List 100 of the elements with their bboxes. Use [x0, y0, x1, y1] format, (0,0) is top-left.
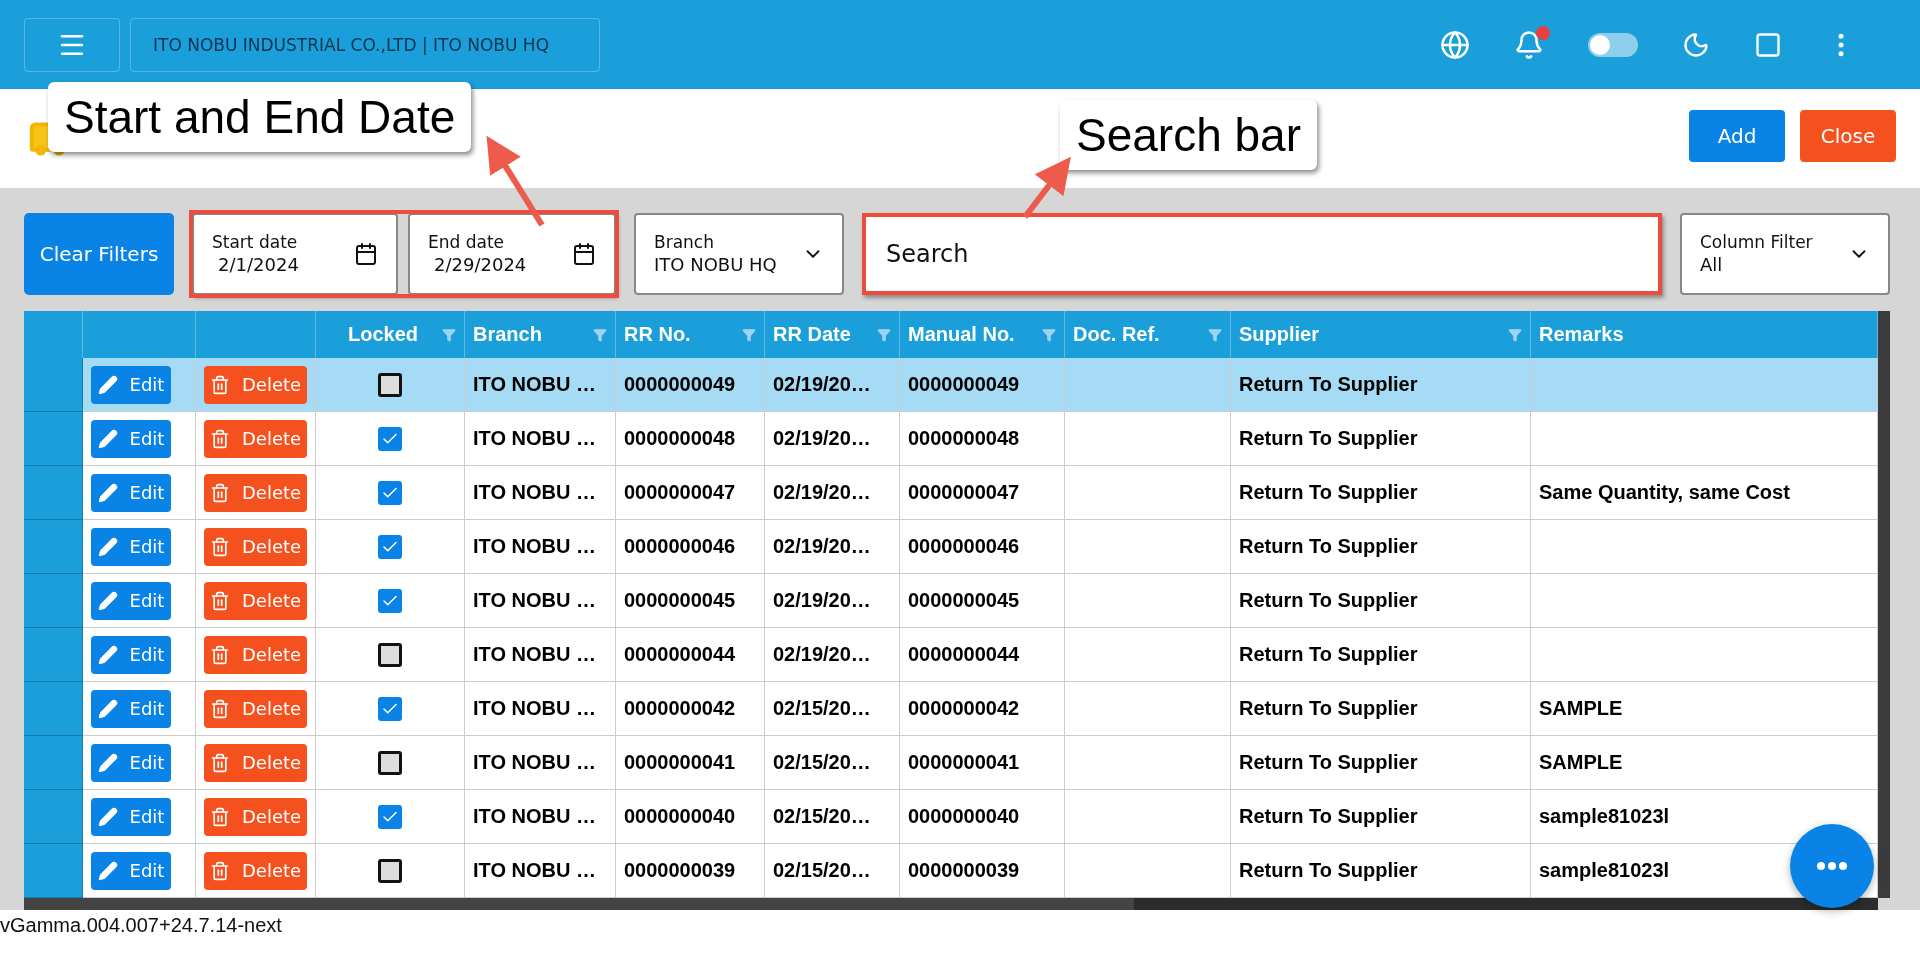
checkbox[interactable] [378, 480, 402, 505]
row-header[interactable] [24, 790, 83, 844]
filter-icon[interactable] [1042, 327, 1056, 342]
filter-icon[interactable] [1508, 327, 1522, 342]
filter-icon[interactable] [1208, 327, 1222, 342]
column-header[interactable]: Supplier [1231, 311, 1531, 358]
table-cell: 02/19/20… [765, 466, 900, 520]
menu-button[interactable] [24, 17, 120, 72]
edit-button[interactable]: Edit [91, 743, 171, 782]
pencil-icon [97, 428, 118, 449]
edit-button[interactable]: Edit [91, 419, 171, 458]
delete-button[interactable]: Delete [204, 635, 308, 674]
row-header[interactable] [24, 844, 83, 898]
checkbox[interactable] [378, 588, 402, 613]
delete-button[interactable]: Delete [204, 689, 308, 728]
add-button[interactable]: Add [1689, 110, 1785, 162]
globe-icon[interactable] [1440, 29, 1470, 60]
column-header[interactable]: Remarks [1531, 311, 1878, 358]
row-header[interactable] [24, 736, 83, 790]
checkbox[interactable] [378, 642, 402, 667]
table-cell: 0000000040 [616, 790, 765, 844]
annotation-callout: Search bar [1060, 100, 1317, 170]
branch-dropdown[interactable]: Branch ITO NOBU HQ [634, 213, 844, 295]
delete-button[interactable]: Delete [204, 581, 308, 620]
trash-icon [210, 374, 230, 395]
table-cell: 0000000049 [900, 358, 1065, 412]
table-cell: 0000000044 [900, 628, 1065, 682]
horizontal-scrollbar[interactable] [24, 898, 1878, 910]
edit-button[interactable]: Edit [91, 581, 171, 620]
table-cell: ITO NOBU … [465, 466, 616, 520]
checkbox[interactable] [378, 750, 402, 775]
square-icon[interactable] [1754, 30, 1782, 59]
clear-filters-button[interactable]: Clear Filters [24, 213, 174, 295]
edit-button[interactable]: Edit [91, 689, 171, 728]
pencil-icon [97, 860, 118, 881]
table-cell: 02/19/20… [765, 412, 900, 466]
edit-button[interactable]: Edit [91, 473, 171, 512]
start-date-field[interactable]: Start date 2/1/2024 [192, 213, 398, 295]
filter-icon[interactable] [742, 327, 756, 342]
column-header[interactable]: Locked [316, 311, 465, 358]
checkbox[interactable] [378, 696, 402, 721]
row-header[interactable] [24, 682, 83, 736]
table-cell: 02/19/20… [765, 574, 900, 628]
filter-icon[interactable] [442, 327, 456, 342]
edit-button[interactable]: Edit [91, 527, 171, 566]
row-header[interactable] [24, 628, 83, 682]
table-cell: ITO NOBU … [465, 412, 616, 466]
delete-button[interactable]: Delete [204, 797, 308, 836]
table-cell: Return To Supplier [1231, 574, 1531, 628]
edit-button[interactable]: Edit [91, 635, 171, 674]
row-header[interactable] [24, 466, 83, 520]
delete-button[interactable]: Delete [204, 419, 308, 458]
table-cell: 02/15/20… [765, 736, 900, 790]
delete-button[interactable]: Delete [204, 527, 308, 566]
column-header[interactable]: RR Date [765, 311, 900, 358]
edit-button[interactable]: Edit [91, 797, 171, 836]
column-header[interactable]: Manual No. [900, 311, 1065, 358]
table-cell: Return To Supplier [1231, 790, 1531, 844]
table-cell: 0000000048 [900, 412, 1065, 466]
table-cell: 0000000042 [900, 682, 1065, 736]
table-cell: 02/19/20… [765, 358, 900, 412]
delete-button[interactable]: Delete [204, 743, 308, 782]
column-title: Branch [473, 323, 542, 346]
table-cell: SAMPLE [1531, 682, 1878, 736]
trash-icon [210, 482, 230, 503]
moon-icon[interactable] [1682, 30, 1710, 59]
filter-icon[interactable] [877, 327, 891, 342]
table-cell: 02/15/20… [765, 790, 900, 844]
close-button[interactable]: Close [1800, 110, 1896, 162]
column-header[interactable]: RR No. [616, 311, 765, 358]
checkbox[interactable] [378, 804, 402, 829]
checkbox[interactable] [378, 534, 402, 559]
company-selector[interactable]: ITO NOBU INDUSTRIAL CO.,LTD | ITO NOBU HQ [130, 17, 600, 72]
column-title: Locked [348, 323, 418, 346]
column-header[interactable]: Branch [465, 311, 616, 358]
checkbox[interactable] [378, 858, 402, 883]
calendar-icon[interactable] [354, 242, 378, 266]
edit-button[interactable]: Edit [91, 851, 171, 890]
row-header[interactable] [24, 574, 83, 628]
search-field[interactable]: Search [862, 213, 1662, 295]
edit-button[interactable]: Edit [91, 365, 171, 404]
table-cell: ITO NOBU … [465, 682, 616, 736]
vertical-scrollbar[interactable] [1878, 311, 1890, 898]
delete-button[interactable]: Delete [204, 473, 308, 512]
column-header[interactable]: Doc. Ref. [1065, 311, 1231, 358]
checkbox[interactable] [378, 426, 402, 451]
trash-icon [210, 590, 230, 611]
filter-icon[interactable] [593, 327, 607, 342]
bell-icon[interactable] [1514, 29, 1544, 60]
row-header[interactable] [24, 520, 83, 574]
checkbox[interactable] [378, 372, 402, 397]
row-header[interactable] [24, 412, 83, 466]
theme-toggle[interactable] [1588, 32, 1638, 57]
delete-button[interactable]: Delete [204, 365, 308, 404]
calendar-icon[interactable] [572, 242, 596, 266]
row-header[interactable] [24, 358, 83, 412]
column-filter-dropdown[interactable]: Column Filter All [1680, 213, 1890, 295]
delete-button[interactable]: Delete [204, 851, 308, 890]
end-date-field[interactable]: End date 2/29/2024 [408, 213, 616, 295]
table-cell: ITO NOBU … [465, 736, 616, 790]
